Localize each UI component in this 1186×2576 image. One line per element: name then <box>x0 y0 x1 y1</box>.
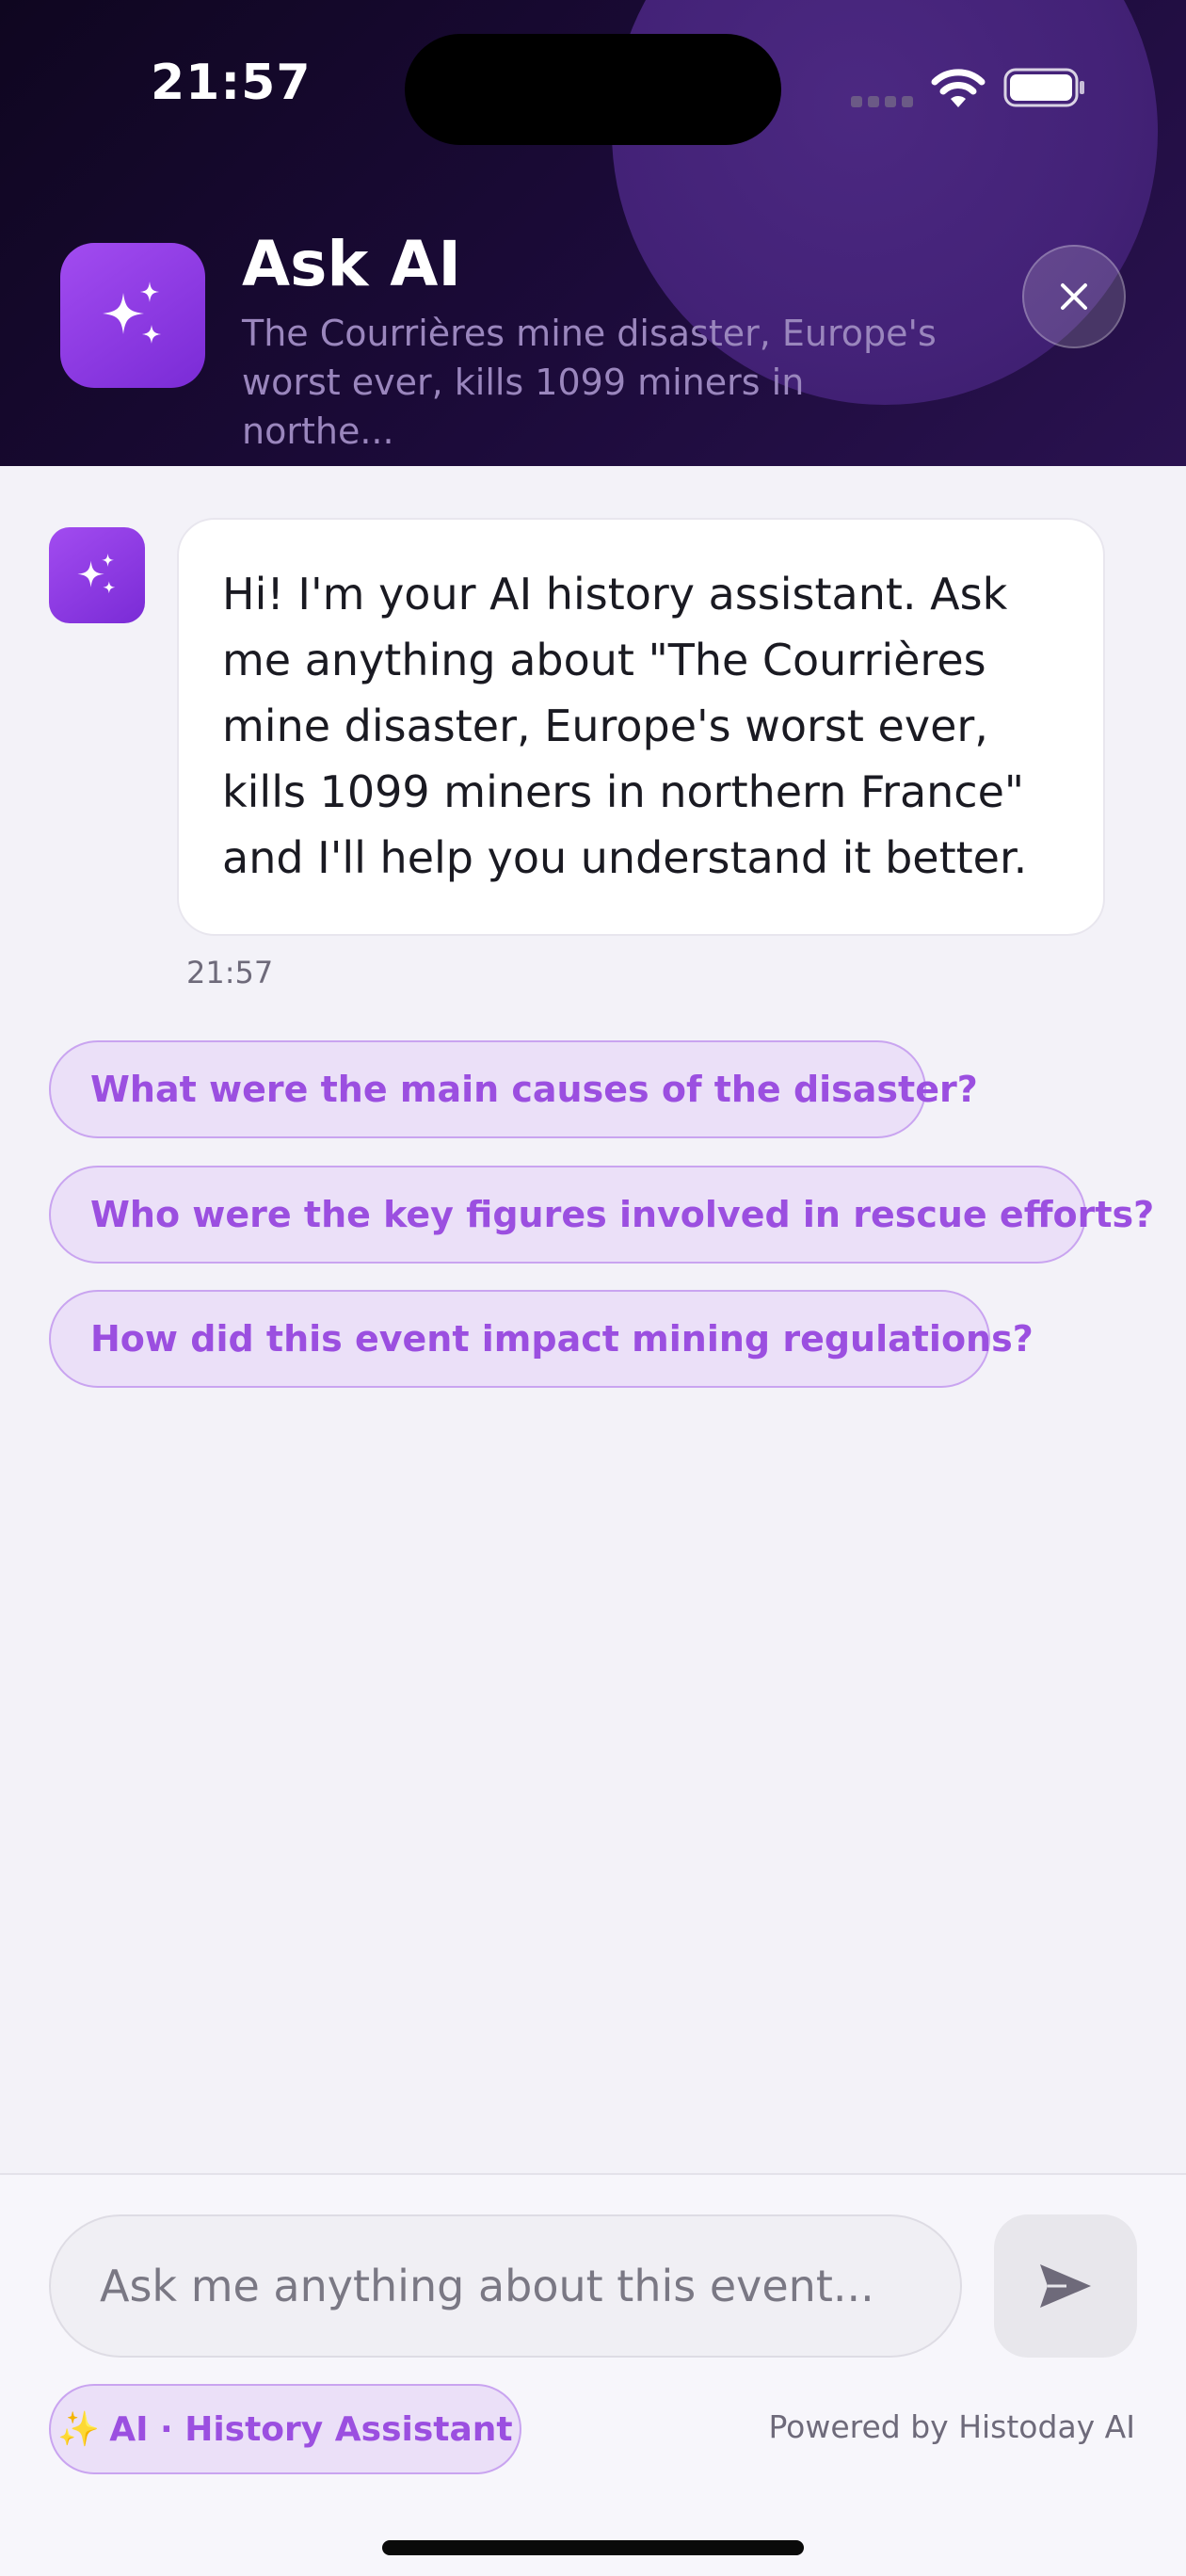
battery-icon <box>1003 68 1084 107</box>
close-icon <box>1061 283 1087 310</box>
close-button[interactable] <box>1022 245 1126 348</box>
assistant-mode-badge: ✨ AI · History Assistant <box>49 2384 521 2474</box>
assistant-message-bubble: Hi! I'm your AI history assistant. Ask m… <box>177 518 1105 936</box>
sparkles-icon <box>60 243 205 388</box>
cellular-signal-icon <box>851 96 913 107</box>
wifi-icon <box>931 69 986 107</box>
message-timestamp: 21:57 <box>186 955 274 990</box>
assistant-mode-label: AI · History Assistant <box>109 2409 513 2449</box>
sparkles-icon <box>77 553 116 594</box>
message-input[interactable] <box>49 2214 962 2358</box>
status-bar-time: 21:57 <box>151 55 312 111</box>
home-indicator[interactable] <box>382 2540 804 2555</box>
suggestion-chip[interactable]: Who were the key figures involved in res… <box>49 1166 1154 1264</box>
send-icon <box>1040 2264 1091 2308</box>
header: 21:57 Ask AI The Courrières mine disaste… <box>0 0 1186 466</box>
sparkles-icon: ✨ <box>57 2410 101 2449</box>
suggestion-chip[interactable]: What were the main causes of the disaste… <box>49 1040 978 1138</box>
send-button[interactable] <box>994 2214 1137 2358</box>
composer-footer: ✨ AI · History Assistant Powered by Hist… <box>0 2173 1186 2576</box>
event-subtitle: The Courrières mine disaster, Europe's w… <box>242 313 937 452</box>
assistant-avatar <box>49 527 145 623</box>
suggestion-chip[interactable]: How did this event impact mining regulat… <box>49 1290 1034 1388</box>
page-title: Ask AI <box>242 228 461 300</box>
dynamic-island <box>405 34 781 145</box>
powered-by-text: Powered by Histoday AI <box>768 2408 1135 2445</box>
